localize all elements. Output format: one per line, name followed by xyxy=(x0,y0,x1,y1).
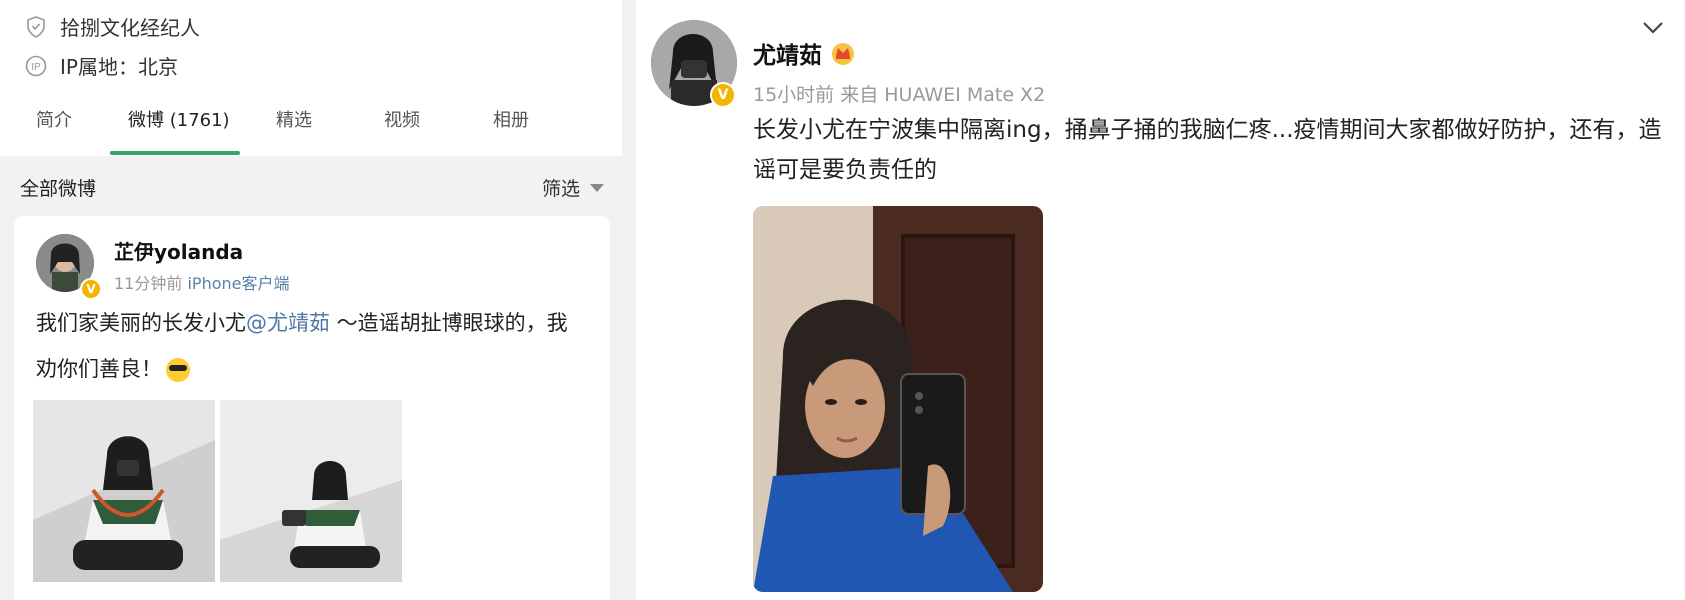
post-meta: 11分钟前 iPhone客户端 xyxy=(114,270,289,294)
post-image-1[interactable] xyxy=(33,400,215,582)
tab-album[interactable]: 相册 xyxy=(493,106,529,132)
post-image[interactable] xyxy=(753,206,1043,592)
post-time: 11分钟前 xyxy=(114,274,183,293)
post-card: V 芷伊yolanda 11分钟前 iPhone客户端 我们家美丽的长发小尤@尤… xyxy=(14,216,610,600)
post-source[interactable]: iPhone客户端 xyxy=(187,274,289,293)
tab-featured[interactable]: 精选 xyxy=(276,106,312,132)
ip-row: IP IP属地：北京 xyxy=(24,51,178,80)
shield-icon xyxy=(24,15,48,39)
panel-divider xyxy=(622,0,636,600)
chevron-down-icon[interactable] xyxy=(1641,18,1665,38)
post-text: 长发小尤在宁波集中隔离ing，捅鼻子捅的我脑仁疼...疫情期间大家都做好防护，还… xyxy=(753,117,1662,183)
right-post-panel: V 尤靖茹 15小时前 来自 HUAWEI Mate X2 长发小尤在宁波集中隔… xyxy=(636,0,1685,600)
ip-location-label: IP属地：北京 xyxy=(60,55,178,79)
agency-label: 拾捌文化经纪人 xyxy=(60,16,200,40)
post-author-row: 尤靖茹 xyxy=(753,36,856,70)
post-author[interactable]: 芷伊yolanda xyxy=(114,236,243,265)
post-text-before: 我们家美丽的长发小尤 xyxy=(36,311,246,335)
svg-text:IP: IP xyxy=(31,62,41,73)
tab-weibo[interactable]: 微博 (1761) xyxy=(128,106,230,132)
caret-down-icon xyxy=(590,183,604,192)
agency-row: 拾捌文化经纪人 xyxy=(24,12,200,41)
filter-label: 筛选 xyxy=(541,178,580,200)
post-image-2[interactable] xyxy=(220,400,402,582)
post-author[interactable]: 尤靖茹 xyxy=(753,36,822,70)
mention-link[interactable]: @尤靖茹 xyxy=(246,311,330,335)
feed-header: 全部微博 筛选 xyxy=(0,156,622,216)
tab-intro[interactable]: 简介 xyxy=(36,106,72,132)
sunglasses-emoji-icon xyxy=(166,358,190,382)
post-meta: 15小时前 来自 HUAWEI Mate X2 xyxy=(753,84,1046,106)
active-tab-indicator xyxy=(110,151,240,155)
ip-location-icon: IP xyxy=(24,54,48,78)
crown-badge-icon xyxy=(832,43,854,65)
post-text: 我们家美丽的长发小尤@尤靖茹 ～造谣胡扯博眼球的，我劝你们善良！ xyxy=(36,300,576,392)
feed-title: 全部微博 xyxy=(20,178,97,200)
left-profile-panel: 拾捌文化经纪人 IP IP属地：北京 简介 微博 (1761) 精选 视频 相册… xyxy=(0,0,622,600)
verified-badge-icon: V xyxy=(80,278,102,300)
tab-video[interactable]: 视频 xyxy=(384,106,420,132)
profile-tabs: 简介 微博 (1761) 精选 视频 相册 xyxy=(0,96,622,156)
verified-badge-icon: V xyxy=(710,82,736,108)
filter-button[interactable]: 筛选 xyxy=(542,174,604,201)
